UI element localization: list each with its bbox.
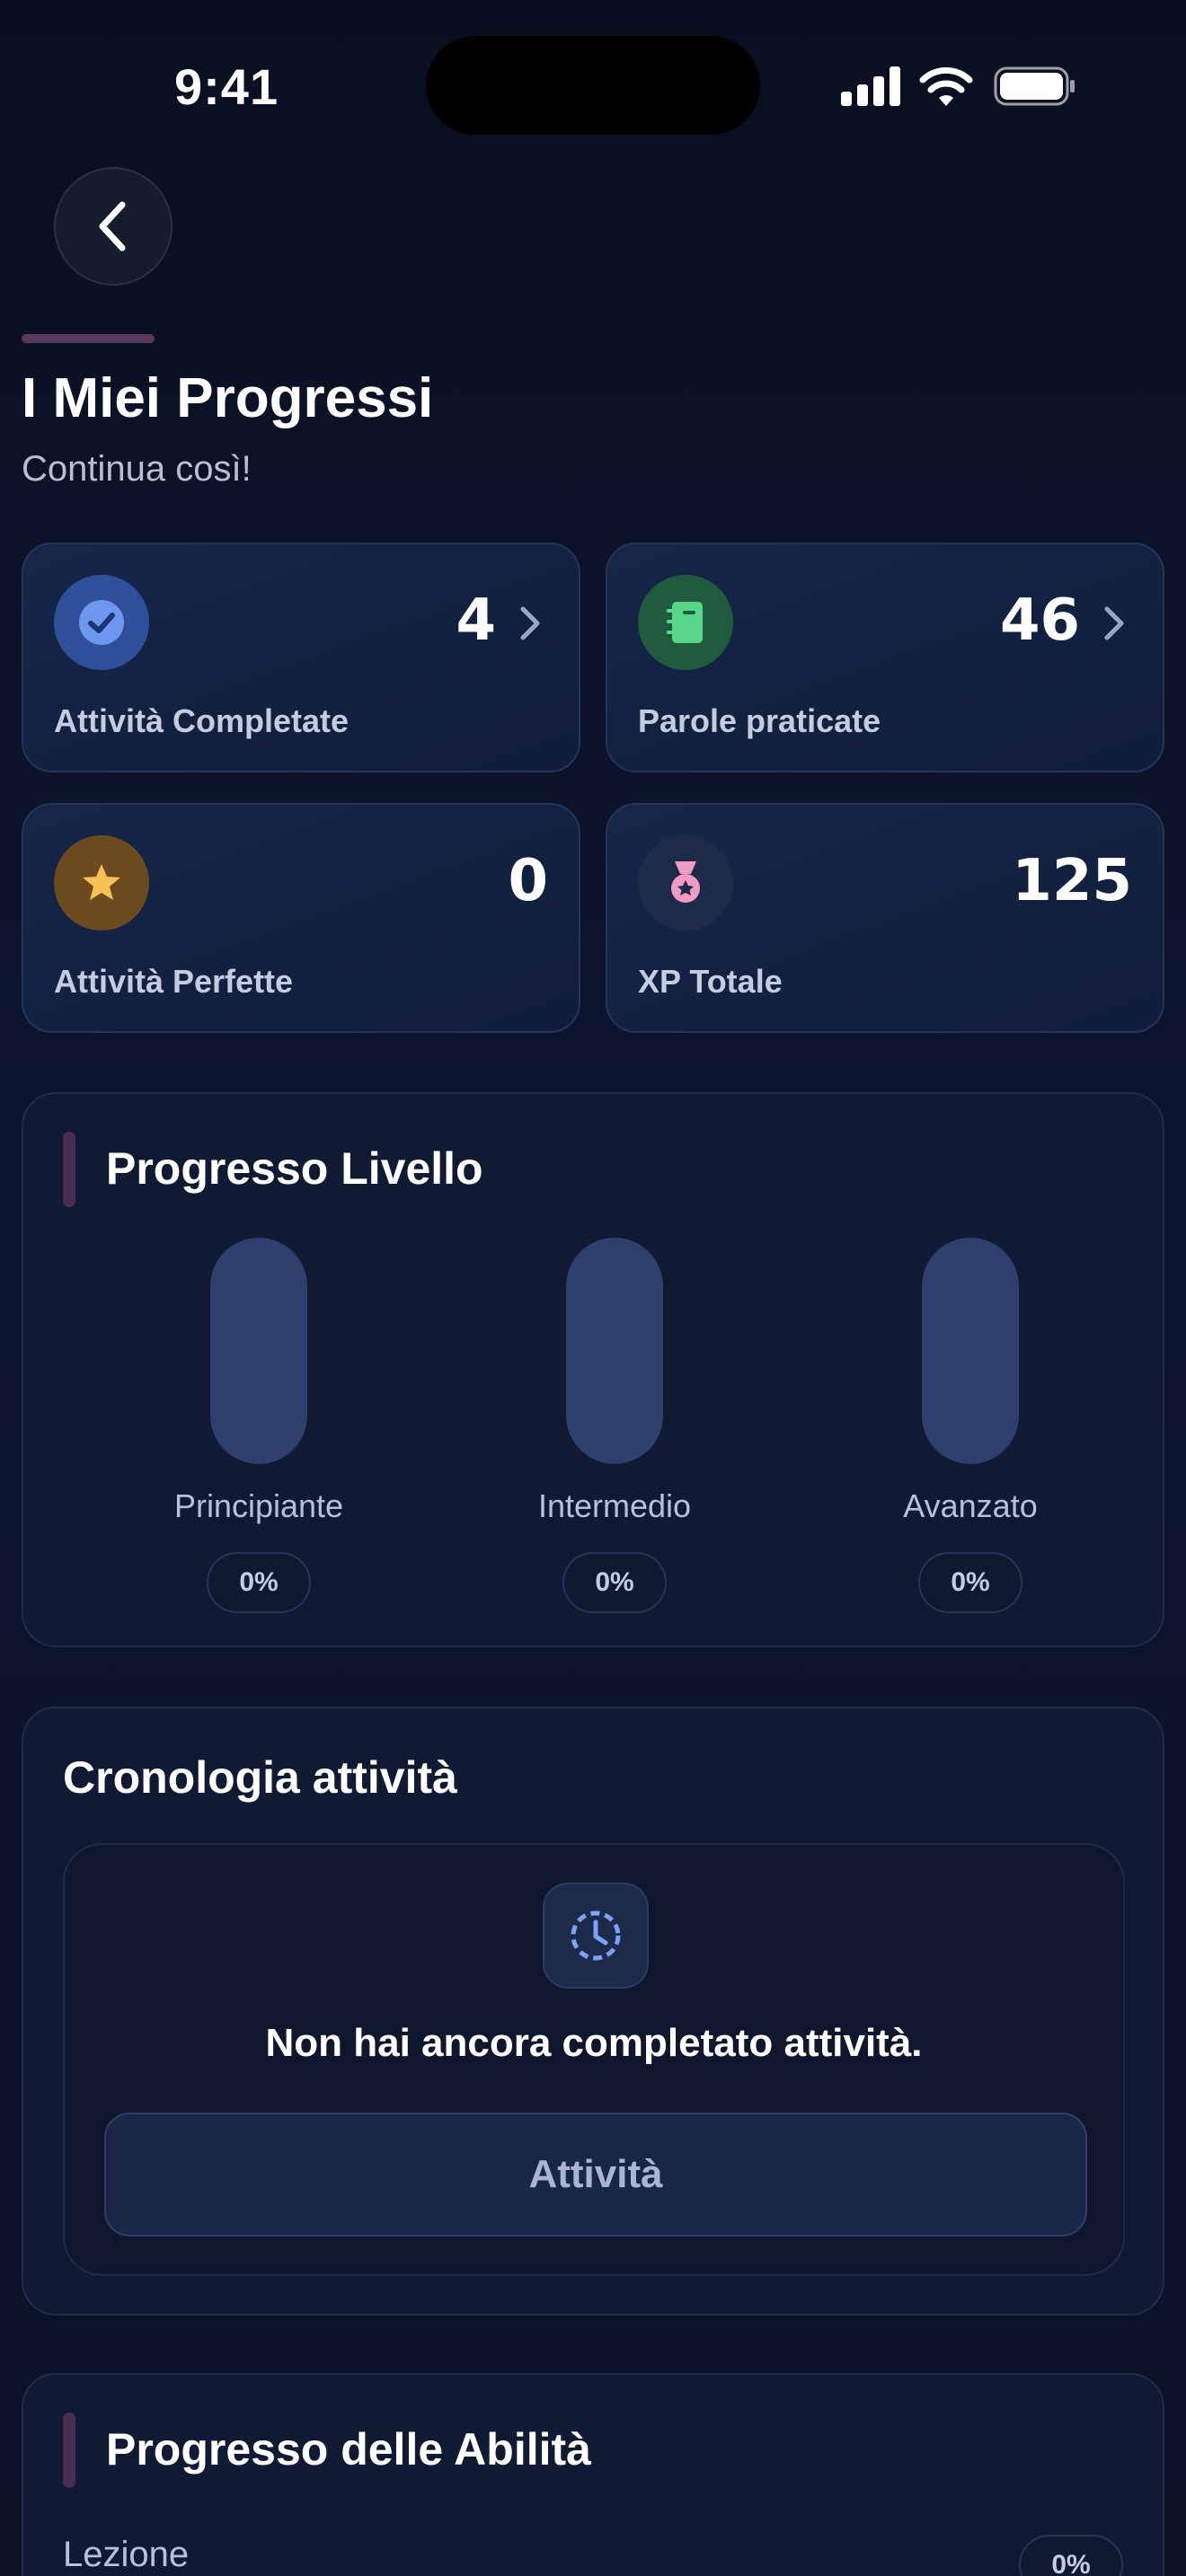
level-progress-panel: Progresso Livello Principiante 0% Interm… bbox=[22, 1092, 1164, 1647]
skill-percent: 0% bbox=[1019, 2535, 1123, 2576]
status-time: 9:41 bbox=[174, 58, 279, 115]
level-progress-bar bbox=[922, 1238, 1019, 1464]
stat-value: 0 bbox=[508, 848, 548, 914]
chevron-left-icon bbox=[99, 201, 126, 251]
chevron-right-icon bbox=[1104, 606, 1124, 640]
stat-card-total-xp: 125 XP Totale bbox=[606, 803, 1164, 1033]
stat-value: 46 bbox=[999, 587, 1080, 654]
stat-label: Attività Completate bbox=[54, 702, 350, 739]
wifi-icon bbox=[919, 66, 973, 106]
section-title: Progresso delle Abilità bbox=[106, 2424, 591, 2475]
title-accent-line bbox=[22, 334, 155, 343]
stat-value: 125 bbox=[1012, 848, 1132, 914]
stat-card-perfect-activities: 0 Attività Perfette bbox=[22, 803, 580, 1033]
level-label: Avanzato bbox=[903, 1487, 1038, 1524]
cellular-signal-icon bbox=[841, 66, 902, 106]
empty-history-text: Non hai ancora completato attività. bbox=[265, 2021, 923, 2065]
history-clock-icon bbox=[543, 1883, 649, 1989]
level-percent: 0% bbox=[207, 1552, 311, 1613]
page-title: I Miei Progressi bbox=[22, 367, 434, 429]
level-progress-bar bbox=[210, 1238, 307, 1464]
page-subtitle: Continua così! bbox=[22, 449, 252, 489]
section-title: Cronologia attività bbox=[63, 1752, 457, 1803]
stat-label: XP Totale bbox=[638, 963, 783, 1000]
level-percent: 0% bbox=[918, 1552, 1022, 1613]
stat-card-completed-activities[interactable]: 4 Attività Completate bbox=[22, 543, 580, 772]
stat-label: Attività Perfette bbox=[54, 963, 294, 1000]
progress-screen: 9:41 I Miei Progressi Continua così! 4 A… bbox=[0, 0, 1186, 2576]
stat-card-words-practiced[interactable]: 46 Parole praticate bbox=[606, 543, 1164, 772]
battery-icon bbox=[994, 66, 1075, 106]
level-label: Intermedio bbox=[537, 1487, 692, 1524]
section-title: Progresso Livello bbox=[106, 1143, 483, 1194]
check-circle-icon bbox=[54, 575, 149, 670]
empty-history-card: Non hai ancora completato attività. Atti… bbox=[63, 1843, 1125, 2276]
activity-history-panel: Cronologia attività Non hai ancora compl… bbox=[22, 1707, 1164, 2316]
chevron-right-icon bbox=[520, 606, 540, 640]
level-percent: 0% bbox=[562, 1552, 667, 1613]
level-progress-bar bbox=[566, 1238, 663, 1464]
status-bar: 9:41 bbox=[0, 0, 1186, 171]
activities-button[interactable]: Attività bbox=[104, 2113, 1087, 2236]
notebook-icon bbox=[638, 575, 733, 670]
skills-progress-panel: Progresso delle Abilità Lezione 0% bbox=[22, 2373, 1164, 2576]
medal-icon bbox=[638, 835, 733, 931]
stat-value: 4 bbox=[456, 587, 496, 654]
star-icon bbox=[54, 835, 149, 931]
level-label: Principiante bbox=[173, 1487, 344, 1524]
section-accent bbox=[63, 1132, 75, 1207]
section-accent bbox=[63, 2413, 75, 2488]
back-button[interactable] bbox=[54, 167, 173, 286]
skill-label: Lezione bbox=[63, 2535, 190, 2574]
stat-label: Parole praticate bbox=[638, 702, 881, 739]
dynamic-island bbox=[426, 36, 760, 135]
